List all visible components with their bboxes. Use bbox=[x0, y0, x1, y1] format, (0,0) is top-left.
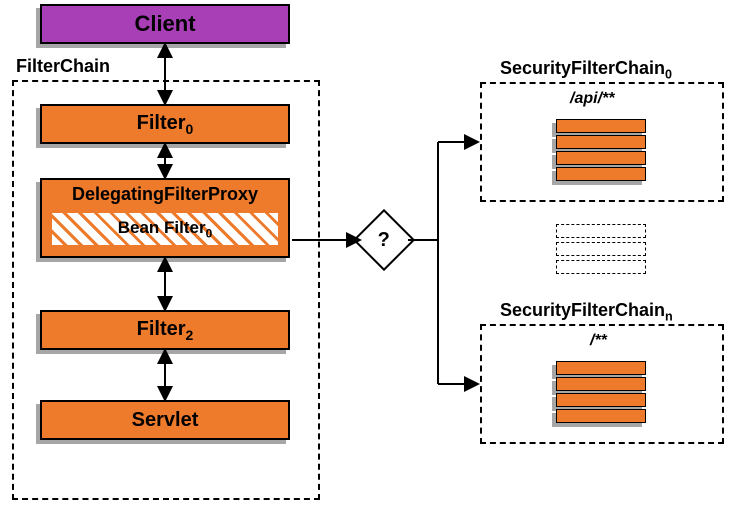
chain-n-pattern: /** bbox=[590, 332, 607, 350]
client-box: Client bbox=[40, 4, 290, 44]
chain0-title: SecurityFilterChain0 bbox=[500, 58, 672, 82]
delegating-filter-proxy-box: DelegatingFilterProxy Bean Filter0 bbox=[40, 178, 290, 258]
decision-diamond: ? bbox=[353, 209, 415, 271]
chain-n-filter-bar bbox=[556, 409, 646, 423]
chain0-filter-bar bbox=[556, 119, 646, 133]
chain-n-title: SecurityFilterChainn bbox=[500, 300, 673, 324]
chain0-filter-bar bbox=[556, 151, 646, 165]
servlet-box: Servlet bbox=[40, 400, 290, 440]
chain-n-filter-bar bbox=[556, 361, 646, 375]
filter2-label: Filter2 bbox=[137, 318, 194, 343]
ellipsis-bar bbox=[556, 242, 646, 256]
servlet-label: Servlet bbox=[132, 409, 199, 432]
decision-label: ? bbox=[378, 229, 390, 252]
delegating-label: DelegatingFilterProxy bbox=[72, 184, 258, 205]
ellipsis-bar bbox=[556, 260, 646, 274]
filter2-box: Filter2 bbox=[40, 310, 290, 350]
chain0-filter-bar bbox=[556, 167, 646, 181]
filter0-label: Filter0 bbox=[137, 112, 194, 137]
filter0-box: Filter0 bbox=[40, 104, 290, 144]
bean-filter-label: Bean Filter0 bbox=[118, 218, 212, 240]
chain-n-filter-bar bbox=[556, 393, 646, 407]
chain0-filter-stack bbox=[556, 118, 646, 182]
client-label: Client bbox=[134, 11, 195, 37]
ellipsis-chains bbox=[556, 222, 646, 276]
filterchain-label: FilterChain bbox=[16, 56, 110, 77]
ellipsis-bar bbox=[556, 224, 646, 238]
chain0-filter-bar bbox=[556, 135, 646, 149]
bean-filter-box: Bean Filter0 bbox=[50, 211, 280, 247]
chain0-pattern: /api/** bbox=[570, 90, 614, 108]
chain-n-filter-bar bbox=[556, 377, 646, 391]
chain-n-filter-stack bbox=[556, 360, 646, 424]
